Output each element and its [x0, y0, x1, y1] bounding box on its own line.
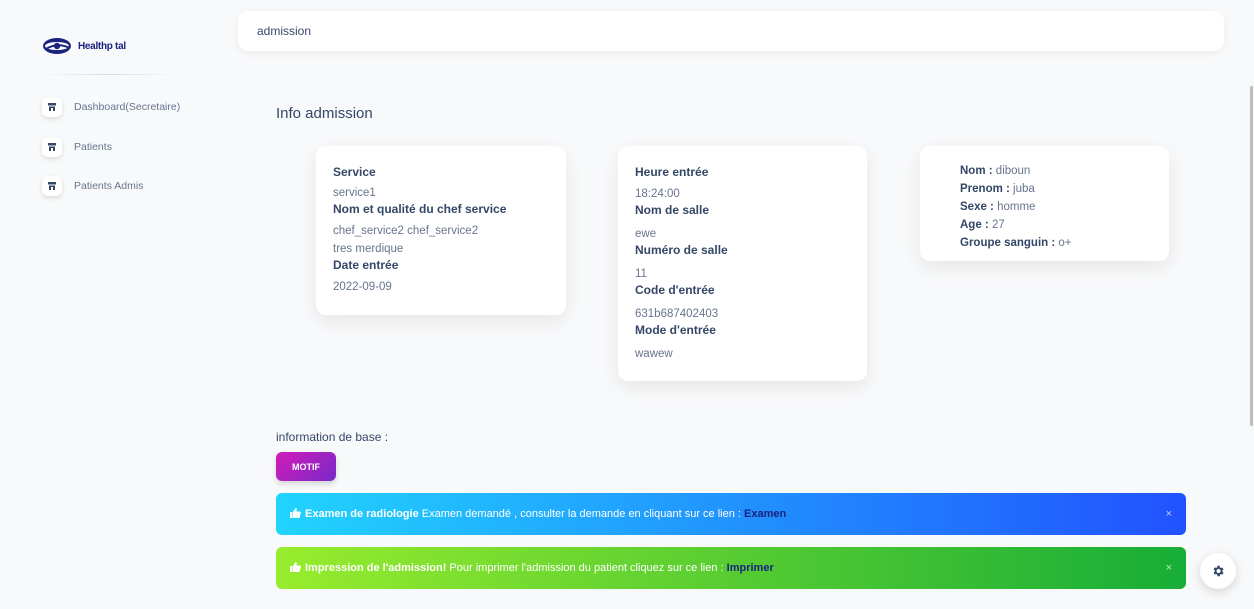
code-label: Code d'entrée: [635, 283, 715, 297]
close-icon[interactable]: ×: [1166, 562, 1172, 574]
room-card: Heure entrée 18:24:00 Nom de salle ewe N…: [618, 146, 867, 381]
thumbs-up-icon: [290, 561, 301, 575]
service-label: Service: [333, 165, 376, 179]
radiology-alert-title: Examen de radiologie: [305, 508, 419, 520]
store-icon: [42, 176, 62, 196]
sidebar: Healthp tal Dashboard(Secretaire) Patien…: [0, 0, 235, 609]
page-title: Info admission: [276, 105, 373, 122]
patient-prenom: Prenom : juba: [960, 183, 1035, 195]
close-icon[interactable]: ×: [1166, 508, 1172, 520]
chef-value: chef_service2 chef_service2: [333, 225, 479, 237]
settings-button[interactable]: [1200, 553, 1236, 589]
patient-card: Nom : diboun Prenom : juba Sexe : homme …: [920, 146, 1169, 261]
date-value: 2022-09-09: [333, 281, 392, 293]
service-card: Service service1 Nom et qualité du chef …: [316, 146, 566, 315]
brand[interactable]: Healthp tal: [42, 36, 126, 56]
print-alert: Impression de l'admission! Pour imprimer…: [276, 547, 1186, 589]
mode-value: wawew: [635, 348, 673, 360]
base-info-label: information de base :: [276, 430, 389, 444]
print-alert-title: Impression de l'admission!: [305, 562, 447, 574]
print-alert-text: Pour imprimer l'admission du patient cli…: [446, 562, 727, 574]
eye-logo-icon: [43, 38, 71, 54]
radiology-alert-text: Examen demandé , consulter la demande en…: [418, 508, 745, 520]
store-icon: [42, 97, 62, 117]
code-value: 631b687402403: [635, 308, 719, 320]
sidebar-item-label: Patients: [74, 141, 112, 153]
chef-label: Nom et qualité du chef service: [333, 202, 507, 216]
patient-groupe: Groupe sanguin : o+: [960, 237, 1072, 249]
gear-icon: [1213, 565, 1224, 577]
top-navbar: admission: [238, 11, 1224, 51]
patient-sexe: Sexe : homme: [960, 201, 1036, 213]
numero-label: Numéro de salle: [635, 243, 728, 257]
date-label: Date entrée: [333, 258, 399, 272]
motif-button[interactable]: MOTIF: [276, 452, 336, 481]
radiology-alert: Examen de radiologie Examen demandé , co…: [276, 493, 1186, 535]
sidebar-item-patients[interactable]: Patients: [42, 137, 112, 157]
sidebar-item-label: Patients Admis: [74, 180, 144, 192]
vertical-scrollbar[interactable]: [1250, 86, 1253, 426]
heure-value: 18:24:00: [635, 188, 680, 200]
brand-name: Healthp tal: [78, 40, 126, 52]
sidebar-item-label: Dashboard(Secretaire): [74, 101, 181, 113]
salle-label: Nom de salle: [635, 203, 710, 217]
mode-label: Mode d'entrée: [635, 323, 716, 337]
examen-link[interactable]: Examen: [744, 508, 786, 520]
chef-quality: tres merdique: [333, 243, 404, 255]
imprimer-link[interactable]: Imprimer: [727, 562, 774, 574]
salle-value: ewe: [635, 228, 657, 240]
patient-nom: Nom : diboun: [960, 165, 1031, 177]
sidebar-item-patients-admis[interactable]: Patients Admis: [42, 176, 143, 196]
page-breadcrumb: admission: [257, 24, 312, 38]
thumbs-up-icon: [290, 507, 301, 521]
patient-age: Age : 27: [960, 219, 1005, 231]
numero-value: 11: [635, 268, 647, 280]
sidebar-divider: [42, 74, 177, 75]
service-value: service1: [333, 187, 376, 199]
sidebar-item-dashboard[interactable]: Dashboard(Secretaire): [42, 97, 180, 117]
store-icon: [42, 137, 62, 157]
heure-label: Heure entrée: [635, 165, 709, 179]
